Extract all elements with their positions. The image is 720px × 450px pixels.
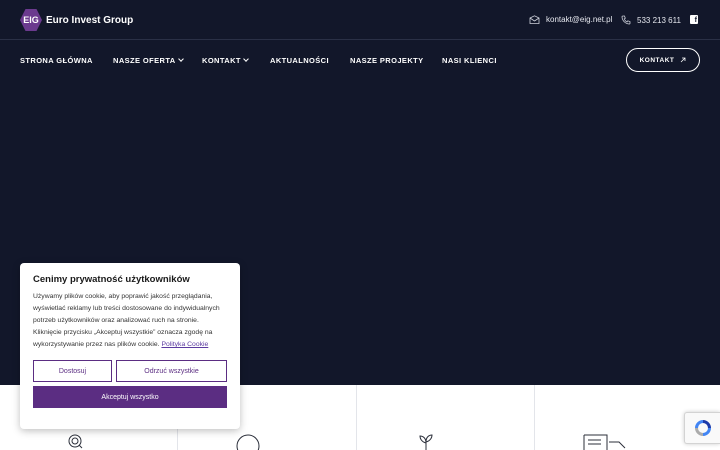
cookie-description: Używamy plików cookie, aby poprawić jako… xyxy=(33,293,220,348)
cookie-button-row: Dostosuj Odrzuć wszystkie xyxy=(33,360,227,382)
top-bar: EIG Euro Invest Group kontakt@eig.net.pl… xyxy=(0,0,720,40)
nav-label: AKTUALNOŚCI xyxy=(270,56,329,65)
contact-cta-button[interactable]: KONTAKT xyxy=(626,48,700,72)
customize-button[interactable]: Dostosuj xyxy=(33,360,112,382)
recaptcha-badge[interactable] xyxy=(684,412,720,444)
nav-label: NASZE PROJEKTY xyxy=(350,56,424,65)
email-icon xyxy=(529,15,540,24)
circle-icon xyxy=(236,434,260,450)
cookie-title: Cenimy prywatność użytkowników xyxy=(33,274,190,285)
cookie-consent-banner: Cenimy prywatność użytkowników Używamy p… xyxy=(20,263,240,429)
cookie-text: Używamy plików cookie, aby poprawić jako… xyxy=(33,291,227,351)
reject-all-button[interactable]: Odrzuć wszystkie xyxy=(116,360,227,382)
document-icon xyxy=(583,434,626,450)
leaf-icon xyxy=(419,434,433,450)
nav-label: KONTAKT xyxy=(202,56,241,65)
cta-label: KONTAKT xyxy=(639,56,675,64)
nav-item-contact[interactable]: KONTAKT xyxy=(202,56,249,65)
nav-item-offer[interactable]: NASZE OFERTA xyxy=(113,56,184,65)
brand-logo[interactable]: EIG Euro Invest Group xyxy=(20,9,133,31)
facebook-icon[interactable]: f xyxy=(690,15,698,24)
phone-text: 533 213 611 xyxy=(637,15,681,25)
accept-all-button[interactable]: Akceptuj wszystko xyxy=(33,386,227,408)
recaptcha-icon xyxy=(694,420,711,436)
nav-label: NASI KLIENCI xyxy=(442,56,497,65)
email-text: kontakt@eig.net.pl xyxy=(546,15,613,24)
nav-item-home[interactable]: STRONA GŁÓWNA xyxy=(20,56,93,65)
feature-divider xyxy=(356,385,357,450)
logo-badge: EIG xyxy=(20,9,42,31)
phone-icon xyxy=(621,15,631,25)
chevron-down-icon xyxy=(243,56,249,62)
feature-divider xyxy=(534,385,535,450)
phone-contact[interactable]: 533 213 611 xyxy=(621,15,681,25)
coin-search-icon xyxy=(68,434,83,449)
chevron-down-icon xyxy=(177,56,184,62)
nav-item-news[interactable]: AKTUALNOŚCI xyxy=(270,56,329,65)
nav-item-projects[interactable]: NASZE PROJEKTY xyxy=(350,56,424,65)
cookie-policy-link[interactable]: Polityka Cookie xyxy=(161,341,208,348)
main-nav: STRONA GŁÓWNA NASZE OFERTA KONTAKT AKTUA… xyxy=(0,40,720,80)
brand-name: Euro Invest Group xyxy=(46,14,134,26)
nav-label: NASZE OFERTA xyxy=(113,56,176,65)
arrow-up-right-icon xyxy=(681,57,686,63)
email-contact[interactable]: kontakt@eig.net.pl xyxy=(529,15,612,24)
nav-label: STRONA GŁÓWNA xyxy=(20,56,93,65)
nav-item-clients[interactable]: NASI KLIENCI xyxy=(442,56,497,65)
